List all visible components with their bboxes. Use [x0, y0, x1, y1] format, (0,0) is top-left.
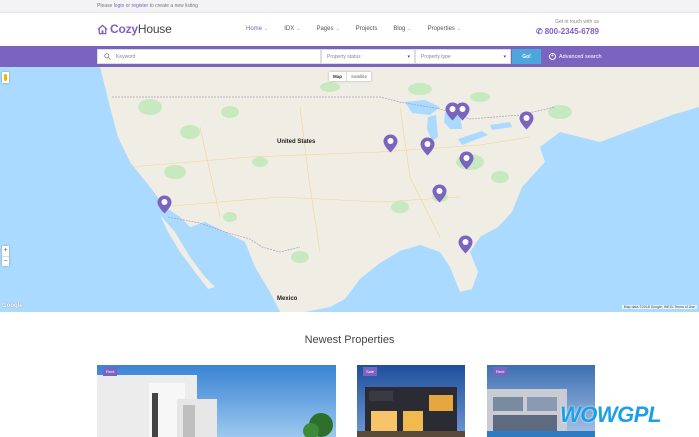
- watermark-gpl: GPL: [617, 402, 661, 427]
- nav-item-home[interactable]: Home ⌄: [246, 26, 268, 32]
- site-logo[interactable]: CozyHouse: [97, 22, 172, 36]
- map-type-map[interactable]: Map: [329, 72, 346, 81]
- property-card[interactable]: Sale: [357, 365, 465, 437]
- logo-text-cozy: Cozy: [110, 22, 138, 36]
- property-pin[interactable]: [458, 235, 473, 254]
- map-label-mexico: Mexico: [277, 296, 298, 302]
- property-pin[interactable]: [420, 137, 435, 156]
- map-canvas: [0, 67, 699, 312]
- map-type-toggle: Map Satellite: [329, 72, 372, 81]
- property-type-placeholder: Property type: [421, 53, 451, 60]
- nav-item-projects[interactable]: Projects: [356, 26, 378, 32]
- contact-phone[interactable]: ✆ 800-2345-6789: [533, 27, 599, 36]
- chevron-down-icon: ⌄: [456, 26, 462, 32]
- property-status-select[interactable]: Property status ▾: [321, 49, 415, 64]
- status-badge: Rent: [493, 367, 508, 376]
- advanced-search-label: Advanced search: [559, 53, 602, 60]
- nav-item-idx[interactable]: IDX ⌄: [284, 26, 300, 32]
- search-bar: Keyword Property status ▾ Property type …: [0, 46, 699, 67]
- search-icon: [104, 53, 111, 60]
- chevron-down-icon: ⌄: [407, 26, 412, 32]
- property-photo: [97, 365, 336, 437]
- zoom-controls: + −: [2, 246, 9, 266]
- property-pin[interactable]: [459, 151, 474, 170]
- property-card[interactable]: Rent: [97, 365, 336, 437]
- nav-item-label: Pages: [316, 26, 334, 32]
- chevron-down-icon: ⌄: [335, 26, 340, 32]
- watermark-logo: WOWGPL: [560, 402, 661, 428]
- nav-item-label: Properties: [427, 26, 455, 32]
- main-nav: Home ⌄ IDX ⌄ Pages ⌄ Projects Blog ⌄ Propert…: [246, 26, 477, 32]
- nav-item-label: Home: [246, 26, 263, 32]
- nav-item-label: Projects: [355, 26, 378, 32]
- login-prompt-prefix: Please: [97, 3, 113, 9]
- keyword-input[interactable]: Keyword: [97, 49, 321, 64]
- nav-item-label: IDX: [284, 26, 295, 32]
- property-pin[interactable]: [455, 102, 470, 121]
- nav-item-blog[interactable]: Blog ⌄: [393, 26, 411, 32]
- newest-properties-title: Newest Properties: [304, 334, 395, 346]
- map-attribution[interactable]: Map data ©2018 Google, INEGI Terms of Us…: [621, 305, 697, 309]
- property-pin[interactable]: [519, 111, 534, 130]
- login-prompt-or: or: [125, 3, 131, 9]
- go-button[interactable]: Go!: [512, 49, 541, 64]
- land-mass: [0, 67, 699, 312]
- logo-text-house: House: [137, 22, 172, 36]
- register-link[interactable]: register: [132, 3, 149, 9]
- street-view-pegman-icon[interactable]: [2, 72, 9, 83]
- site-header: CozyHouse Home ⌄ IDX ⌄ Pages ⌄ Projects Blo…: [0, 13, 699, 46]
- baja-peninsula: [160, 215, 215, 289]
- map-label-united-states: United States: [277, 139, 316, 145]
- advanced-search-link[interactable]: + Advanced search: [549, 53, 602, 60]
- property-pin[interactable]: [157, 195, 172, 214]
- watermark-wow: WOW: [560, 402, 618, 427]
- google-logo: Google: [2, 303, 23, 309]
- nav-item-pages[interactable]: Pages ⌄: [316, 26, 339, 32]
- house-logo-icon: [97, 24, 108, 34]
- zoom-out-button[interactable]: −: [2, 256, 9, 266]
- login-prompt-suffix: to create a new listing: [149, 3, 198, 9]
- chevron-down-icon: ⌄: [264, 26, 269, 32]
- phone-number: 800-2345-6789: [544, 27, 599, 36]
- login-link[interactable]: login: [114, 3, 125, 9]
- caret-down-icon: ▾: [503, 53, 506, 60]
- status-badge: Rent: [103, 367, 118, 376]
- property-pin[interactable]: [432, 184, 447, 203]
- nav-item-properties[interactable]: Properties ⌄: [428, 26, 462, 32]
- login-prompt: Please login or register to create a new…: [97, 3, 198, 9]
- chevron-down-icon: ⌄: [296, 26, 301, 32]
- zoom-in-button[interactable]: +: [2, 246, 9, 256]
- property-type-select[interactable]: Property type ▾: [415, 49, 511, 64]
- contact-label: Get in touch with us: [555, 19, 599, 25]
- nav-item-label: Blog: [393, 26, 406, 32]
- contact-block: Get in touch with us ✆ 800-2345-6789: [533, 19, 599, 36]
- plus-circle-icon: +: [549, 53, 556, 60]
- caret-down-icon: ▾: [407, 53, 410, 60]
- logo-text: CozyHouse: [110, 22, 172, 36]
- top-bar: Please login or register to create a new…: [0, 0, 699, 13]
- map-type-satellite[interactable]: Satellite: [346, 72, 371, 81]
- phone-icon: ✆: [536, 27, 543, 36]
- status-badge: Sale: [363, 367, 378, 376]
- property-map[interactable]: Map Satellite + − United States Mexico G…: [0, 67, 699, 312]
- property-pin[interactable]: [383, 134, 398, 153]
- keyword-placeholder: Keyword: [116, 53, 136, 60]
- property-status-placeholder: Property status: [327, 53, 361, 60]
